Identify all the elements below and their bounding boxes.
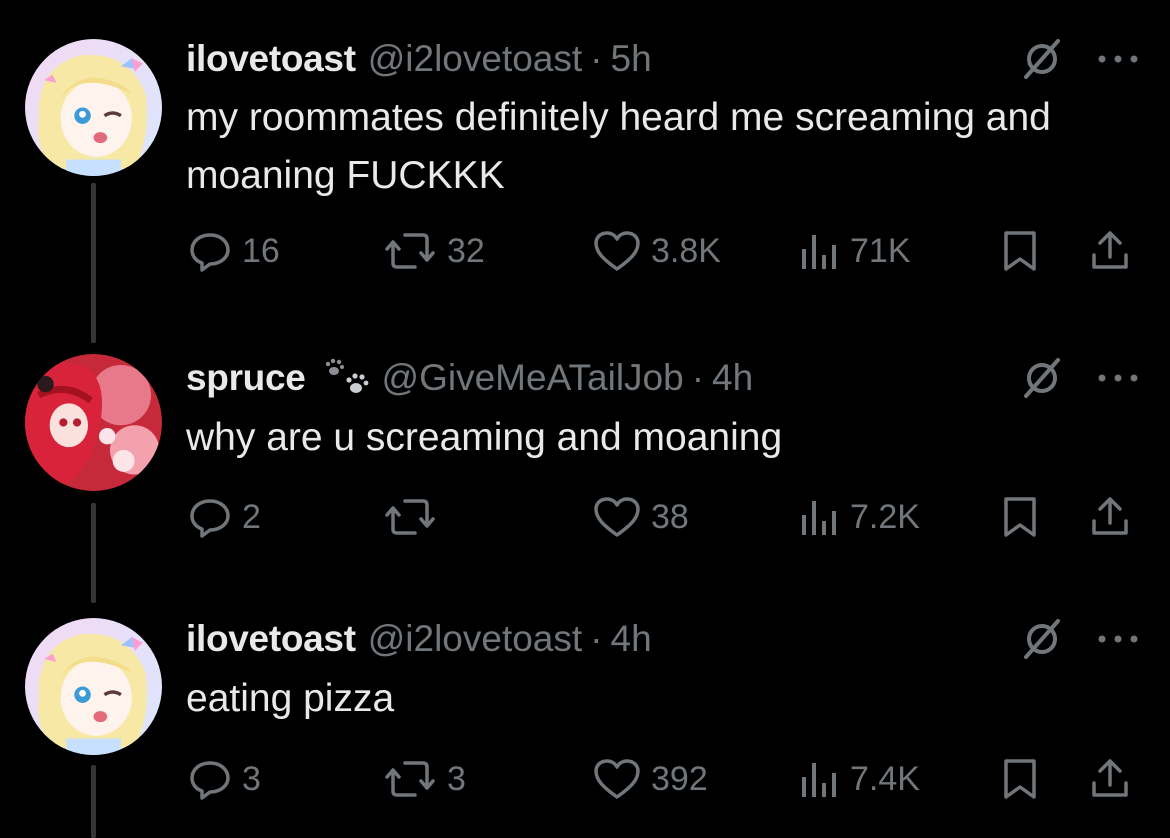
- author-name[interactable]: spruce: [186, 357, 306, 399]
- tweet-header: ilovetoast @i2lovetoast · 4h: [186, 617, 652, 661]
- avatar[interactable]: [25, 354, 162, 491]
- tweet-text: eating pizza: [186, 677, 395, 720]
- repost-icon: [385, 761, 435, 797]
- views-button[interactable]: 71K: [796, 229, 911, 273]
- view-count: 7.2K: [850, 497, 920, 536]
- author-name[interactable]: ilovetoast: [186, 618, 356, 660]
- reply-count: 16: [242, 231, 280, 270]
- action-bar: 16 32 3.8K 71K: [188, 229, 1138, 273]
- bookmark-button[interactable]: [998, 229, 1042, 273]
- like-button[interactable]: 38: [593, 495, 689, 539]
- repost-count: 3: [447, 759, 466, 798]
- tweet-text: my roommates definitely heard me screami…: [186, 96, 1051, 197]
- share-icon: [1092, 497, 1128, 535]
- like-count: 38: [651, 497, 689, 536]
- grok-icon[interactable]: [1020, 356, 1064, 400]
- repost-icon: [385, 499, 435, 535]
- views-button[interactable]: 7.2K: [796, 495, 920, 539]
- repost-button[interactable]: [383, 495, 447, 539]
- tweet[interactable]: spruce @GiveMeATailJob · 4h why are u sc…: [0, 320, 1170, 600]
- more-options-icon[interactable]: [1096, 54, 1140, 64]
- views-icon: [802, 763, 836, 797]
- author-name[interactable]: ilovetoast: [186, 38, 356, 80]
- bookmark-button[interactable]: [998, 495, 1042, 539]
- bookmark-icon: [1004, 759, 1036, 799]
- reply-icon: [190, 761, 230, 800]
- repost-button[interactable]: 32: [383, 229, 485, 273]
- tweet[interactable]: ilovetoast @i2lovetoast · 4h eating pizz…: [0, 600, 1170, 838]
- reply-count: 3: [242, 759, 261, 798]
- view-count: 71K: [850, 231, 911, 270]
- action-bar: 2 38 7.2K: [188, 495, 1138, 539]
- heart-icon: [594, 497, 640, 537]
- reply-button[interactable]: 16: [188, 229, 280, 273]
- reply-count: 2: [242, 497, 261, 536]
- like-button[interactable]: 3.8K: [593, 229, 721, 273]
- share-button[interactable]: [1088, 495, 1132, 539]
- bookmark-icon: [1004, 497, 1036, 537]
- grok-icon[interactable]: [1020, 37, 1064, 81]
- view-count: 7.4K: [850, 759, 920, 798]
- share-icon: [1092, 231, 1128, 269]
- repost-icon: [385, 233, 435, 269]
- repost-button[interactable]: 3: [383, 757, 466, 801]
- separator: ·: [590, 38, 603, 79]
- tweet-top-icons: [1020, 37, 1140, 81]
- repost-count: 32: [447, 231, 485, 270]
- like-count: 392: [651, 759, 708, 798]
- author-handle[interactable]: @GiveMeATailJob: [382, 357, 684, 399]
- share-button[interactable]: [1088, 757, 1132, 801]
- tweet-text: why are u screaming and moaning: [186, 416, 783, 459]
- tweet[interactable]: ilovetoast @i2lovetoast · 5h my roommate…: [0, 0, 1170, 320]
- grok-icon[interactable]: [1020, 617, 1064, 661]
- timestamp[interactable]: 4h: [712, 357, 753, 399]
- heart-icon: [594, 231, 640, 271]
- timestamp[interactable]: 5h: [611, 38, 652, 80]
- reply-icon: [190, 499, 230, 538]
- share-icon: [1092, 759, 1128, 797]
- avatar[interactable]: [25, 618, 162, 755]
- views-button[interactable]: 7.4K: [796, 757, 920, 801]
- tweet-top-icons: [1020, 356, 1140, 400]
- like-count: 3.8K: [651, 231, 721, 270]
- reply-icon: [190, 233, 230, 272]
- author-handle[interactable]: @i2lovetoast: [368, 618, 582, 660]
- action-bar: 3 3 392 7.4K: [188, 757, 1138, 801]
- timestamp[interactable]: 4h: [611, 618, 652, 660]
- tweet-header: spruce @GiveMeATailJob · 4h: [186, 356, 753, 400]
- share-button[interactable]: [1088, 229, 1132, 273]
- separator: ·: [691, 357, 705, 398]
- reply-button[interactable]: 3: [188, 757, 261, 801]
- avatar[interactable]: [25, 39, 162, 176]
- more-options-icon[interactable]: [1096, 373, 1140, 383]
- heart-icon: [594, 759, 640, 799]
- separator: ·: [590, 618, 603, 659]
- like-button[interactable]: 392: [593, 757, 708, 801]
- tweet-top-icons: [1020, 617, 1140, 661]
- bookmark-button[interactable]: [998, 757, 1042, 801]
- bookmark-icon: [1004, 231, 1036, 271]
- paw-prints-icon: [322, 358, 372, 398]
- more-options-icon[interactable]: [1096, 634, 1140, 644]
- author-handle[interactable]: @i2lovetoast: [368, 38, 582, 80]
- views-icon: [802, 501, 836, 535]
- views-icon: [802, 235, 836, 269]
- reply-button[interactable]: 2: [188, 495, 261, 539]
- tweet-header: ilovetoast @i2lovetoast · 5h: [186, 37, 652, 81]
